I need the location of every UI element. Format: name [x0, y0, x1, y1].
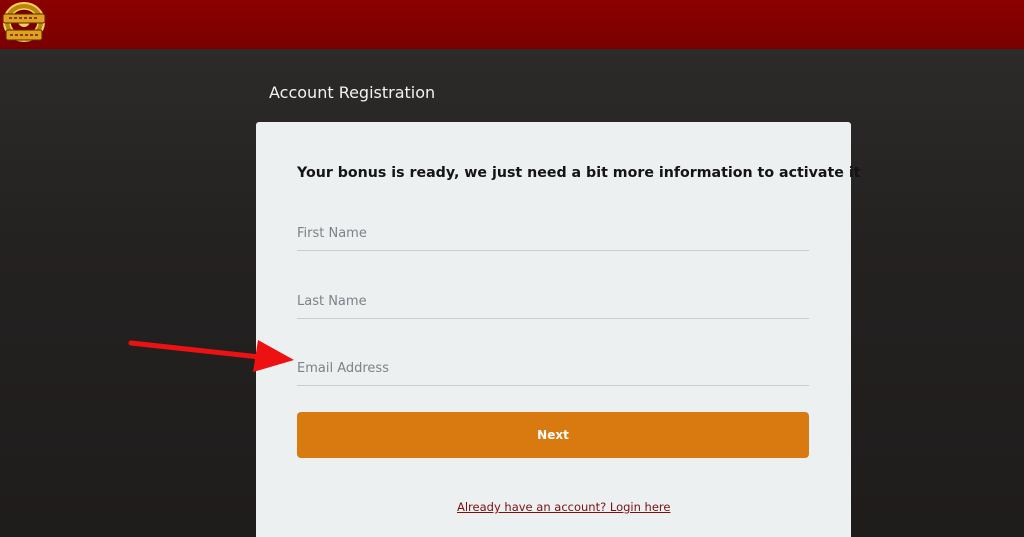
- golden-tiger-logo[interactable]: [0, 0, 52, 48]
- bonus-headline: Your bonus is ready, we just need a bit …: [297, 165, 861, 181]
- next-button[interactable]: Next: [297, 412, 809, 458]
- red-arrow-icon: [128, 340, 294, 372]
- login-link[interactable]: Already have an account? Login here: [457, 500, 670, 514]
- registration-card: Your bonus is ready, we just need a bit …: [256, 122, 861, 537]
- page-title: Account Registration: [269, 83, 436, 102]
- top-header-bar: [0, 0, 1024, 49]
- first-name-input[interactable]: [297, 216, 809, 251]
- last-name-input[interactable]: [297, 284, 809, 319]
- email-address-input[interactable]: [297, 351, 809, 386]
